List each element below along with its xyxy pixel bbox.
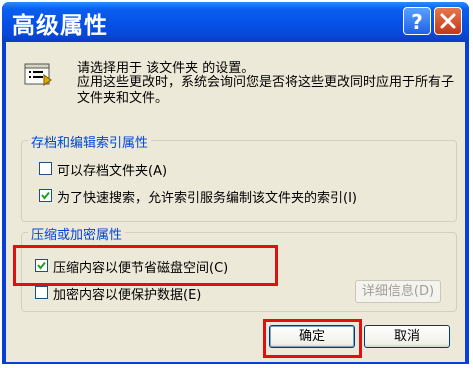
details-button[interactable]: 详细信息(D)	[355, 280, 441, 303]
archive-checkbox-label[interactable]: 可以存档文件夹(A)	[57, 160, 167, 179]
close-icon	[440, 13, 456, 29]
folder-settings-icon	[24, 63, 52, 86]
dialog-title: 高级属性	[12, 13, 108, 39]
help-button[interactable]: ?	[403, 7, 431, 35]
title-bar[interactable]: 高级属性 ?	[2, 2, 469, 42]
archive-checkbox[interactable]	[39, 162, 52, 175]
index-checkbox-label[interactable]: 为了快速搜索，允许索引服务编制该文件夹的索引(I)	[57, 187, 357, 206]
index-checkbox[interactable]	[39, 189, 52, 202]
compress-option-highlight	[13, 245, 278, 286]
compress-group-title: 压缩或加密属性	[28, 224, 126, 243]
cancel-button[interactable]: 取消	[364, 325, 450, 348]
encrypt-checkbox-label[interactable]: 加密内容以便保护数据(E)	[53, 284, 201, 303]
info-line-2: 应用这些更改时，系统会询问您是否将这些更改同时应用于所有子文件夹和文件。	[77, 75, 455, 106]
question-mark-icon: ?	[411, 10, 423, 34]
archive-index-group	[21, 140, 457, 222]
svg-text:?: ?	[411, 10, 423, 34]
info-line-1: 请选择用于 该文件夹 的设置。	[77, 61, 255, 76]
checkmark-icon	[41, 191, 50, 200]
dialog-body: 请选择用于 该文件夹 的设置。 应用这些更改时，系统会询问您是否将这些更改同时应…	[6, 42, 465, 362]
archive-group-title: 存档和编辑索引属性	[28, 132, 152, 151]
close-button[interactable]	[434, 7, 462, 35]
advanced-attributes-dialog: 高级属性 ? 请选择用于 该文件夹 的设置。 应用这些更改时，系统会询问您是否将…	[2, 2, 469, 364]
ok-button-highlight	[263, 319, 362, 358]
encrypt-checkbox[interactable]	[35, 286, 48, 299]
